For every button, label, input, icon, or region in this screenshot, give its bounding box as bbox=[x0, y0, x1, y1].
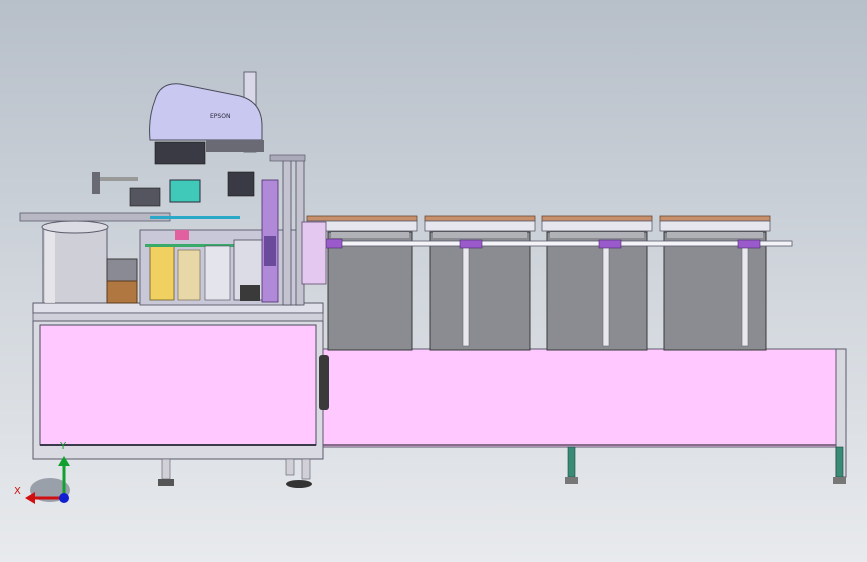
frame-foot-left bbox=[158, 458, 174, 486]
robot-base bbox=[154, 141, 206, 165]
guide-rail[interactable] bbox=[321, 240, 793, 247]
bin-4[interactable] bbox=[663, 231, 767, 351]
conveyor-section[interactable] bbox=[306, 215, 847, 484]
vertical-post-left bbox=[282, 159, 292, 306]
monitor-screen[interactable] bbox=[169, 179, 201, 203]
machine-frame[interactable] bbox=[32, 302, 329, 488]
triad-x-label: X bbox=[14, 486, 21, 497]
conveyor-leg-1 bbox=[565, 446, 578, 484]
feeder-track bbox=[19, 212, 171, 222]
tray-2[interactable] bbox=[424, 215, 536, 232]
bin-2[interactable] bbox=[429, 231, 531, 351]
frame-foot-right bbox=[301, 458, 311, 480]
frame-top-rim bbox=[32, 312, 324, 322]
yellow-panel bbox=[149, 245, 175, 301]
control-box[interactable] bbox=[301, 221, 327, 285]
robot-brand-text: EPSON bbox=[210, 113, 230, 120]
feeder-wood-block bbox=[106, 280, 138, 304]
cyan-rail bbox=[150, 216, 240, 219]
tray-3[interactable] bbox=[541, 215, 653, 232]
triad-y-label: Y bbox=[60, 441, 67, 452]
frame-side-motor bbox=[319, 355, 329, 410]
cad-viewport[interactable]: EPSON X Y bbox=[0, 0, 867, 562]
bin-3[interactable] bbox=[546, 231, 648, 351]
bin-1[interactable] bbox=[327, 231, 413, 351]
conveyor-base-panel bbox=[317, 348, 837, 448]
rail-end-bracket bbox=[325, 238, 343, 249]
frame-pink-panel[interactable] bbox=[39, 324, 317, 446]
coordinate-triad bbox=[25, 456, 70, 504]
scara-robot[interactable]: EPSON bbox=[149, 71, 264, 165]
pink-clamp[interactable] bbox=[175, 230, 189, 240]
tray-4[interactable] bbox=[659, 215, 771, 232]
cad-model[interactable]: EPSON bbox=[0, 0, 867, 562]
